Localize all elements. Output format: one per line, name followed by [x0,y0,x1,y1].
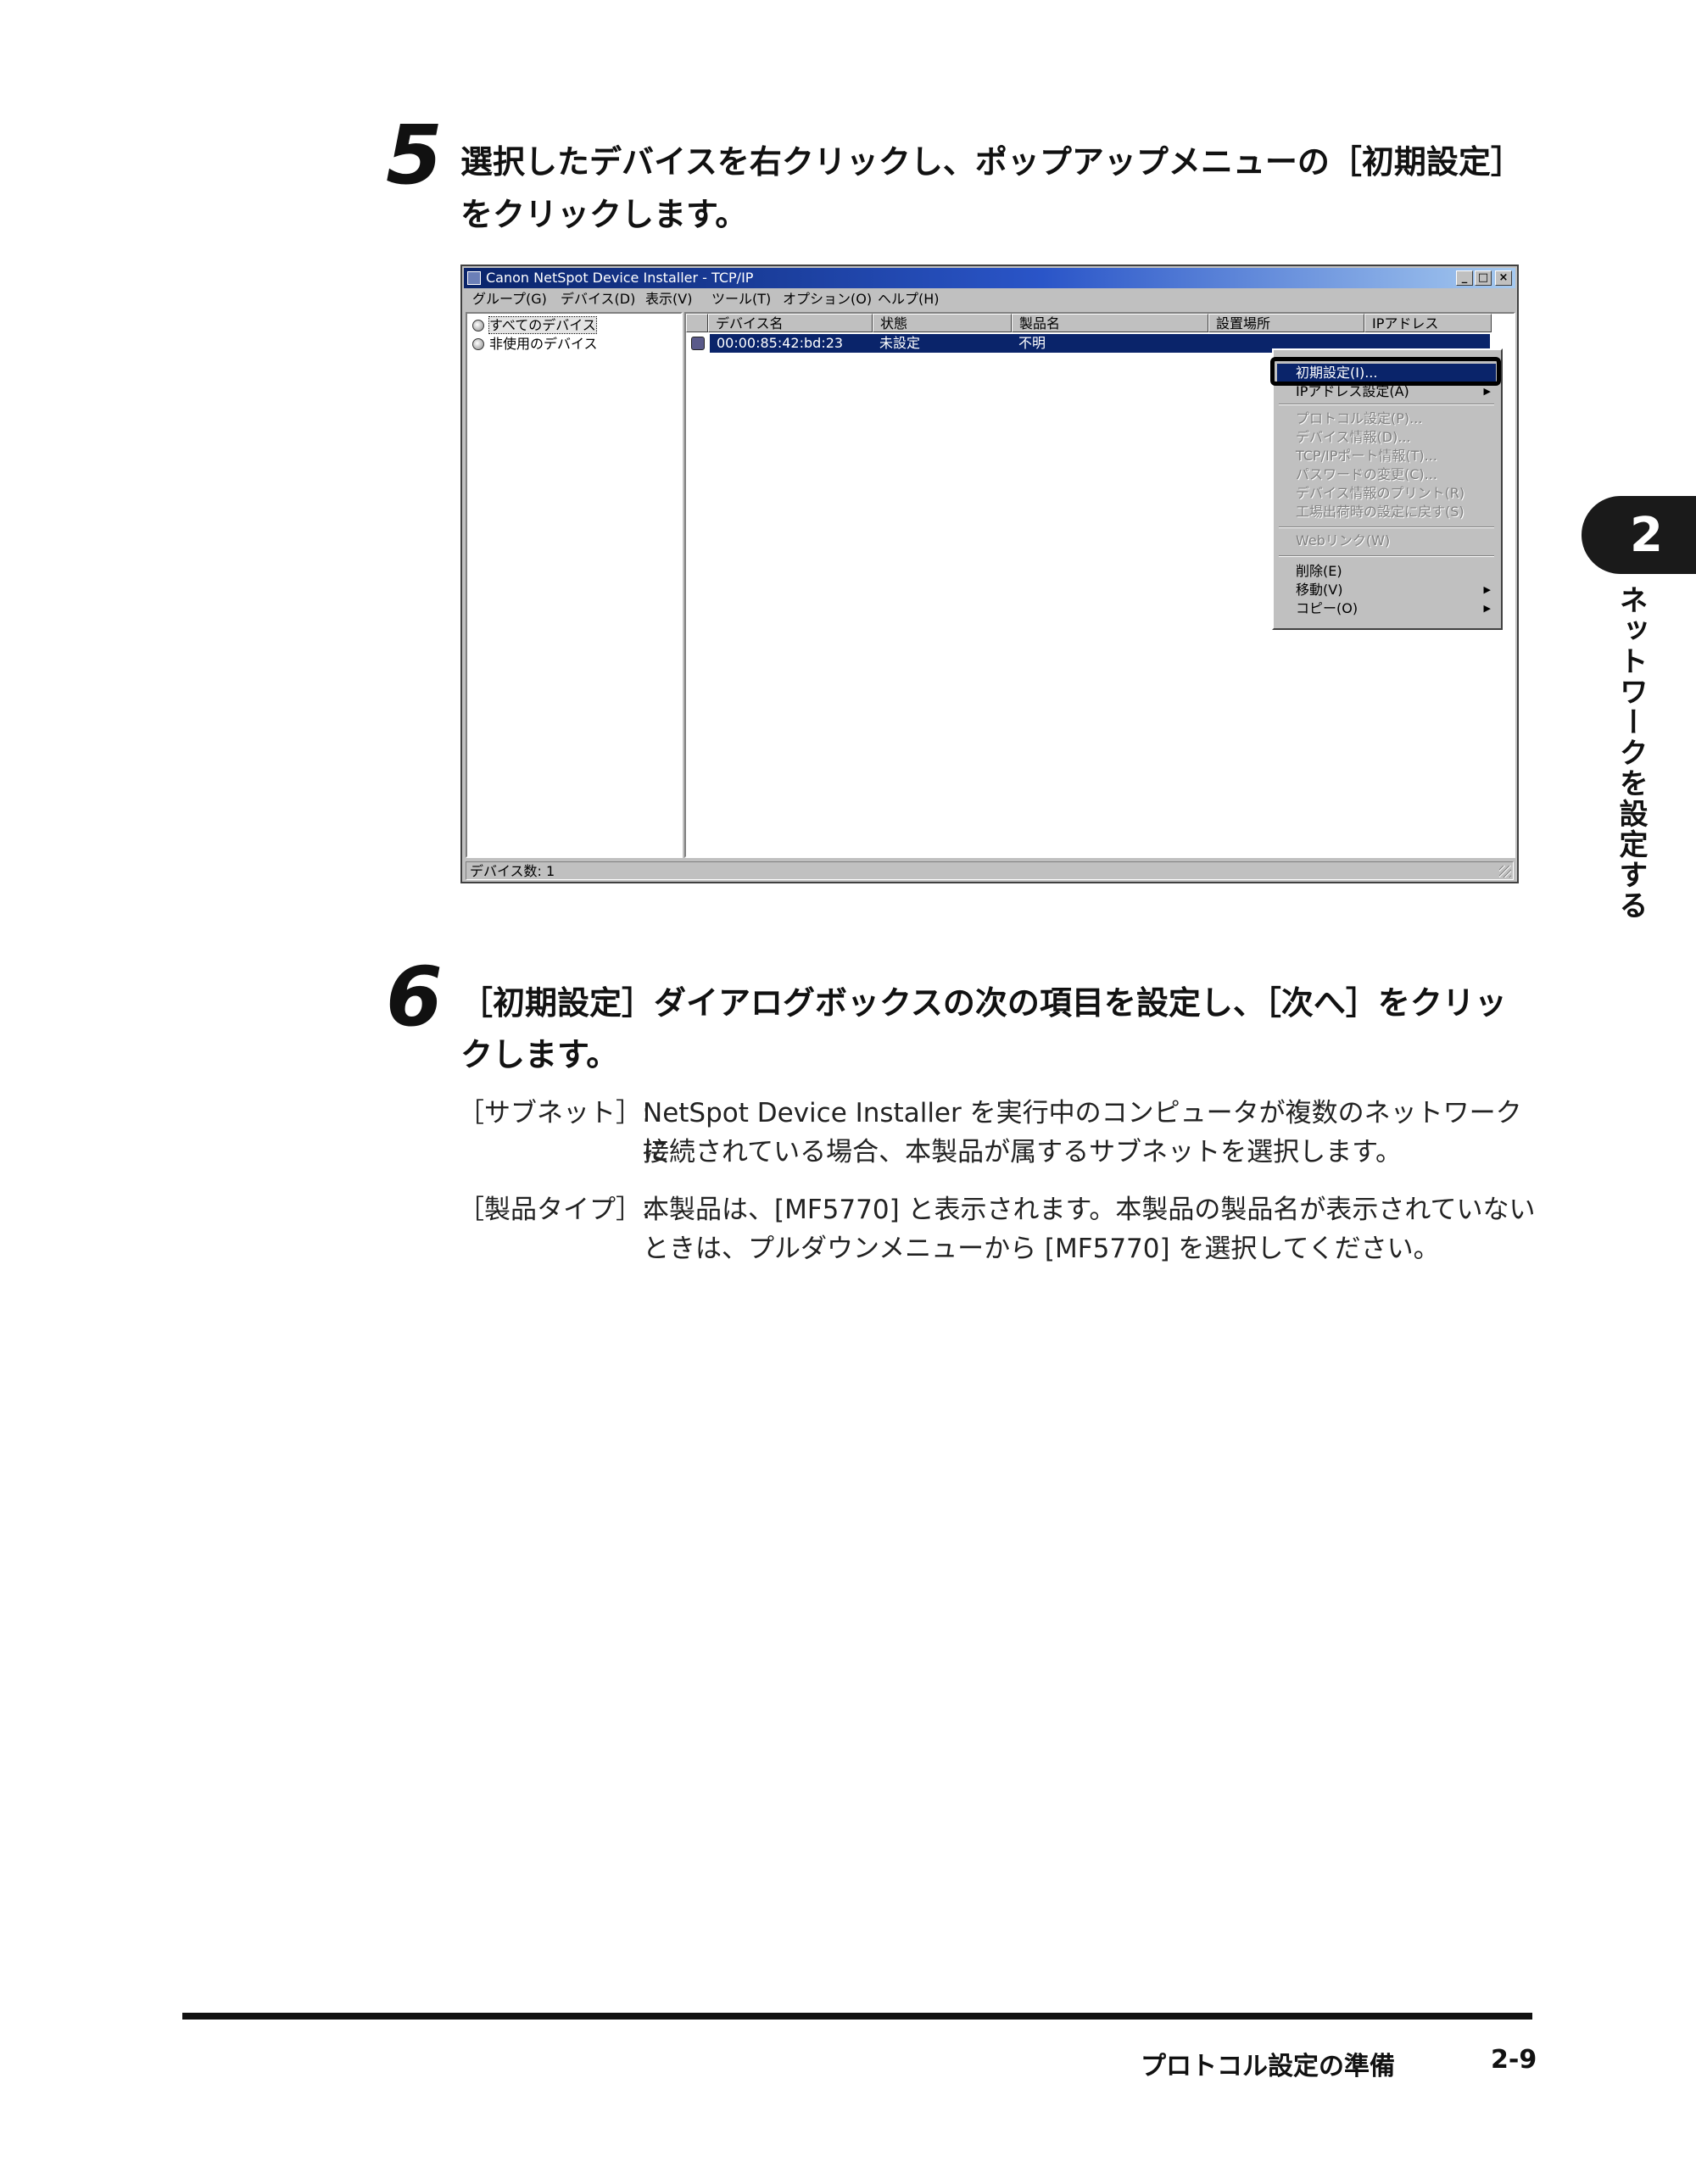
column-header-location[interactable]: 設置場所 [1208,314,1364,332]
device-group-icon [472,320,484,332]
menu-item-move[interactable]: 移動(V) ▶ [1277,581,1496,599]
footer-section-title: プロトコル設定の準備 [1141,2052,1395,2081]
tree-item-label: 非使用のデバイス [489,336,598,352]
chapter-tab: 2 [1582,496,1696,574]
menu-help[interactable]: ヘルプ(H) [878,290,940,309]
step-6-number: 6 [386,950,443,1045]
menu-separator [1279,404,1494,405]
device-count: デバイス数: 1 [470,863,555,879]
menu-item-web-link: Webリンク(W) [1296,532,1391,549]
menu-item-delete[interactable]: 削除(E) [1277,562,1496,581]
tree-item-unused-devices[interactable]: 非使用のデバイス [472,336,598,353]
menu-item-print-device-info: デバイス情報のプリント(R) [1296,485,1465,501]
step-5-text-line2: をクリックします。 [460,196,748,233]
menu-tools[interactable]: ツール(T) [711,290,771,309]
close-button[interactable]: × [1495,270,1512,286]
cell-status: 未設定 [879,335,921,351]
minimize-button[interactable]: _ [1456,270,1473,286]
menu-device[interactable]: デバイス(D) [561,290,635,309]
submenu-arrow-icon: ▶ [1483,603,1491,614]
tree-item-all-devices[interactable]: すべてのデバイス [472,316,597,334]
step-5-text-line1: 選択したデバイスを右クリックし、ポップアップメニューの［初期設定］ [460,143,1523,181]
menu-bar: グループ(G) デバイス(D) 表示(V) ツール(T) オプション(O) ヘル… [466,290,1514,309]
menu-item-factory-reset: 工場出荷時の設定に戻す(S) [1296,504,1464,520]
step-6-text-line2: クします。 [460,1036,619,1073]
menu-group[interactable]: グループ(G) [472,290,547,309]
description-label: ［製品タイプ］: [458,1195,651,1225]
printer-device-icon [691,337,705,350]
menu-item-label: コピー(O) [1296,600,1358,616]
footer-divider [182,2013,1532,2020]
device-group-tree: すべてのデバイス 非使用のデバイス [466,312,683,858]
maximize-button[interactable]: □ [1475,270,1492,286]
highlight-callout-frame [1270,357,1501,386]
context-menu: 初期設定(I)... IPアドレス設定(A) ▶ プロトコル設定(P)... デバ… [1270,348,1503,630]
menu-separator [1279,526,1494,528]
description-label: ［サブネット］: [458,1098,651,1128]
step-6-text-line1: ［初期設定］ダイアログボックスの次の項目を設定し、［次へ］をクリッ [460,984,1507,1022]
cell-device-name: 00:00:85:42:bd:23 [717,335,844,351]
menu-view[interactable]: 表示(V) [645,290,692,309]
menu-item-copy[interactable]: コピー(O) ▶ [1277,599,1496,618]
column-header-icon[interactable] [686,314,708,332]
description-body-line2: 接続されている場合、本製品が属するサブネットを選択します。 [643,1137,1402,1167]
menu-item-tcpip-port-info: TCP/IPポート情報(T)... [1296,448,1437,464]
menu-item-device-info: デバイス情報(D)... [1296,429,1411,445]
resize-grip-icon[interactable] [1499,866,1511,878]
menu-separator [1279,555,1494,557]
chapter-title-vertical: ネットワークを設定する [1614,585,1648,921]
menu-options[interactable]: オプション(O) [783,290,872,309]
window-title: Canon NetSpot Device Installer - TCP/IP [486,270,754,286]
step-5-number: 5 [386,108,443,203]
menu-item-protocol-settings: プロトコル設定(P)... [1296,410,1423,426]
page-number: 2-9 [1491,2045,1537,2075]
device-group-icon [472,338,484,350]
tree-item-label: すべてのデバイス [488,316,597,334]
menu-item-change-password: パスワードの変更(C)... [1296,466,1437,482]
description-body-line2: ときは、プルダウンメニューから [MF5770] を選択してください。 [643,1234,1440,1264]
title-bar: Canon NetSpot Device Installer - TCP/IP … [464,268,1515,288]
column-header-status[interactable]: 状態 [873,314,1012,332]
column-header-ip-address[interactable]: IPアドレス [1364,314,1492,332]
app-window-screenshot: Canon NetSpot Device Installer - TCP/IP … [460,265,1519,883]
status-bar: デバイス数: 1 [466,861,1514,880]
description-body-line1: 本製品は、[MF5770] と表示されます。本製品の製品名が表示されていない [643,1195,1536,1225]
app-icon [467,271,481,285]
submenu-arrow-icon: ▶ [1483,584,1491,595]
cell-product-name: 不明 [1018,335,1046,351]
menu-item-label: 移動(V) [1296,582,1343,598]
column-header-device-name[interactable]: デバイス名 [708,314,873,332]
column-header-product-name[interactable]: 製品名 [1012,314,1208,332]
